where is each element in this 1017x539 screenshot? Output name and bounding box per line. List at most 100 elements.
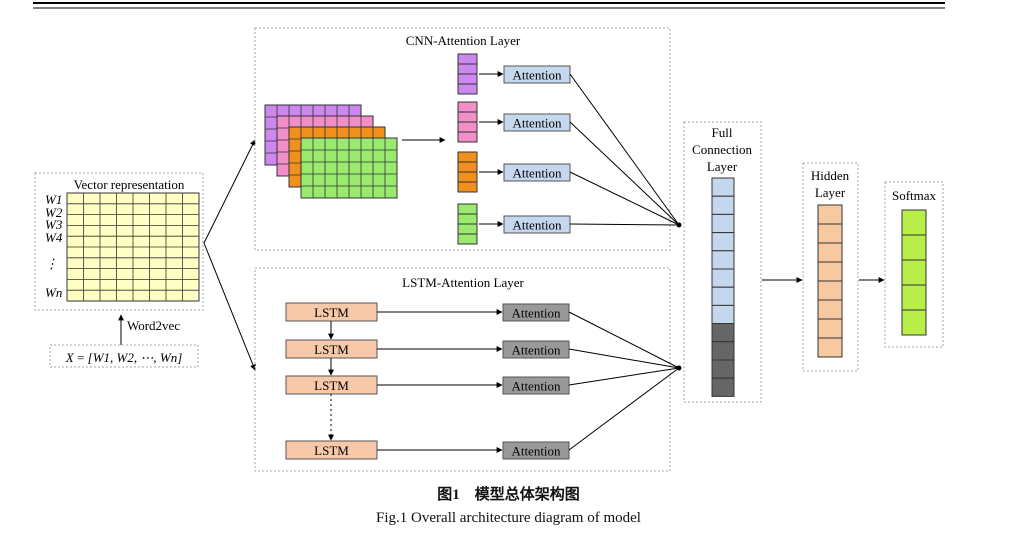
- cnn-pooled-vector-cell: [457, 171, 478, 183]
- cnn-feature-map: [300, 137, 398, 199]
- lstm-cell: LSTM: [285, 339, 378, 359]
- lstm-cells: LSTM LSTM LSTM LSTM: [285, 302, 503, 460]
- cnn-pooled-vector-cell: [457, 121, 478, 133]
- hidden-label-line1: Hidden: [811, 168, 850, 183]
- lstm-attention-label: Attention: [511, 444, 561, 459]
- softmax-cell-cell: [901, 234, 927, 261]
- hidden-cell-cell: [817, 280, 843, 301]
- fc-label-line3: Layer: [707, 159, 738, 174]
- cnn-pooled-vector: [457, 101, 478, 143]
- word2vec-label: Word2vec: [127, 318, 180, 333]
- softmax-label: Softmax: [892, 188, 937, 203]
- cnn-pooled-vector: [457, 203, 478, 245]
- input-row-label: ⋮: [45, 256, 58, 271]
- hidden-label-line2: Layer: [815, 185, 846, 200]
- fc-cell-cell: [711, 286, 735, 306]
- cnn-attention: Attention: [503, 215, 571, 234]
- fc-cell-cell: [711, 250, 735, 270]
- hidden-cell: [817, 204, 843, 358]
- cnn-pooled-vector-cell: [457, 73, 478, 85]
- softmax-cell-cell: [901, 309, 927, 336]
- full-connection-vector: [711, 177, 735, 397]
- cnn-pooled-vector-cell: [457, 213, 478, 225]
- lstm-attention-to-fc-line: [568, 311, 680, 369]
- cnn-pooled-vector-cell: [457, 83, 478, 95]
- lstm-cell: LSTM: [285, 302, 378, 322]
- cnn-title: CNN-Attention Layer: [406, 33, 521, 48]
- lstm-attention: Attention: [502, 340, 570, 359]
- cnn-attention-label: Attention: [512, 116, 562, 131]
- cnn-feature-maps: [264, 104, 398, 199]
- cnn-attention-blocks: Attention Attention Attention Attention: [503, 65, 680, 234]
- cnn-pooled-vector-cell: [457, 63, 478, 75]
- fc-cell-cell: [711, 341, 735, 361]
- lstm-cell: LSTM: [285, 440, 378, 460]
- cnn-attention-to-fc-line: [569, 73, 680, 226]
- softmax-cell-cell: [901, 209, 927, 236]
- fc-merge-dot-top: [676, 222, 682, 228]
- cnn-attention-to-fc-line: [569, 171, 680, 226]
- cnn-pooled-vector: [457, 151, 478, 193]
- cnn-pooled-vector-cell: [457, 131, 478, 143]
- fc-label-line2: Connection: [692, 142, 752, 157]
- lstm-attention: Attention: [502, 303, 570, 322]
- cnn-pooled-vector-cell: [457, 181, 478, 193]
- lstm-attention-to-fc-line: [568, 367, 680, 386]
- cnn-attention-label: Attention: [512, 68, 562, 83]
- hidden-cell-cell: [817, 337, 843, 358]
- fc-cell-cell: [711, 177, 735, 197]
- hidden-vector: [817, 204, 843, 358]
- input-row-label: Wn: [45, 285, 62, 300]
- input-formula: X = [W1, W2, ⋯, Wn]: [65, 350, 183, 365]
- lstm-attention-label: Attention: [511, 306, 561, 321]
- fc-cell: [711, 177, 735, 397]
- caption-chinese: 图1 模型总体架构图: [437, 487, 580, 503]
- input-grid: [66, 192, 200, 302]
- hidden-cell-cell: [817, 318, 843, 339]
- lstm-cell-label: LSTM: [314, 342, 349, 357]
- fc-cell-cell: [711, 232, 735, 252]
- fc-label-line1: Full: [712, 125, 733, 140]
- lstm-cell-label: LSTM: [314, 443, 349, 458]
- hidden-cell-cell: [817, 223, 843, 244]
- lstm-attention-label: Attention: [511, 379, 561, 394]
- softmax-cell-cell: [901, 284, 927, 311]
- lstm-attention: Attention: [502, 441, 570, 460]
- lstm-attention-blocks: Attention Attention Attention Attention: [502, 303, 680, 460]
- arrow-to-cnn: [203, 139, 256, 244]
- cnn-pooled-vector-cell: [457, 161, 478, 173]
- softmax-cell: [901, 209, 927, 336]
- lstm-attention-to-fc-line: [568, 348, 680, 369]
- cnn-pooled-vector-cell: [457, 101, 478, 113]
- fc-cell-cell: [711, 213, 735, 234]
- lstm-title: LSTM-Attention Layer: [402, 275, 524, 290]
- hidden-cell-cell: [817, 242, 843, 263]
- cnn-pooled-vector-cell: [457, 53, 478, 65]
- softmax-cell-cell: [901, 259, 927, 286]
- cnn-pooled-vector-cell: [457, 203, 478, 215]
- cnn-attention-label: Attention: [512, 166, 562, 181]
- fc-cell-cell: [711, 304, 735, 325]
- input-matrix: [66, 192, 200, 302]
- cnn-attention: Attention: [503, 163, 571, 182]
- cnn-pooled-vector-cell: [457, 233, 478, 245]
- cnn-attention: Attention: [503, 113, 571, 132]
- fc-cell-cell: [711, 195, 735, 215]
- hidden-cell-cell: [817, 261, 843, 282]
- softmax-vector: [901, 209, 927, 336]
- cnn-pooled-vector-cell: [457, 151, 478, 163]
- fc-cell-cell: [711, 268, 735, 288]
- cnn-pooled-vectors: [457, 53, 504, 245]
- lstm-attention-label: Attention: [511, 343, 561, 358]
- cnn-attention: Attention: [503, 65, 571, 84]
- fc-cell-cell: [711, 323, 735, 343]
- fc-merge-dot-bottom: [676, 365, 682, 371]
- cnn-pooled-vector-cell: [457, 223, 478, 235]
- fc-cell-cell: [711, 377, 735, 397]
- cnn-attention-to-fc-line: [569, 223, 680, 226]
- cnn-attention-label: Attention: [512, 218, 562, 233]
- lstm-cell: LSTM: [285, 375, 378, 395]
- input-title: Vector representation: [74, 177, 185, 192]
- input-row-label: W4: [45, 230, 63, 245]
- arrow-to-lstm: [203, 242, 256, 371]
